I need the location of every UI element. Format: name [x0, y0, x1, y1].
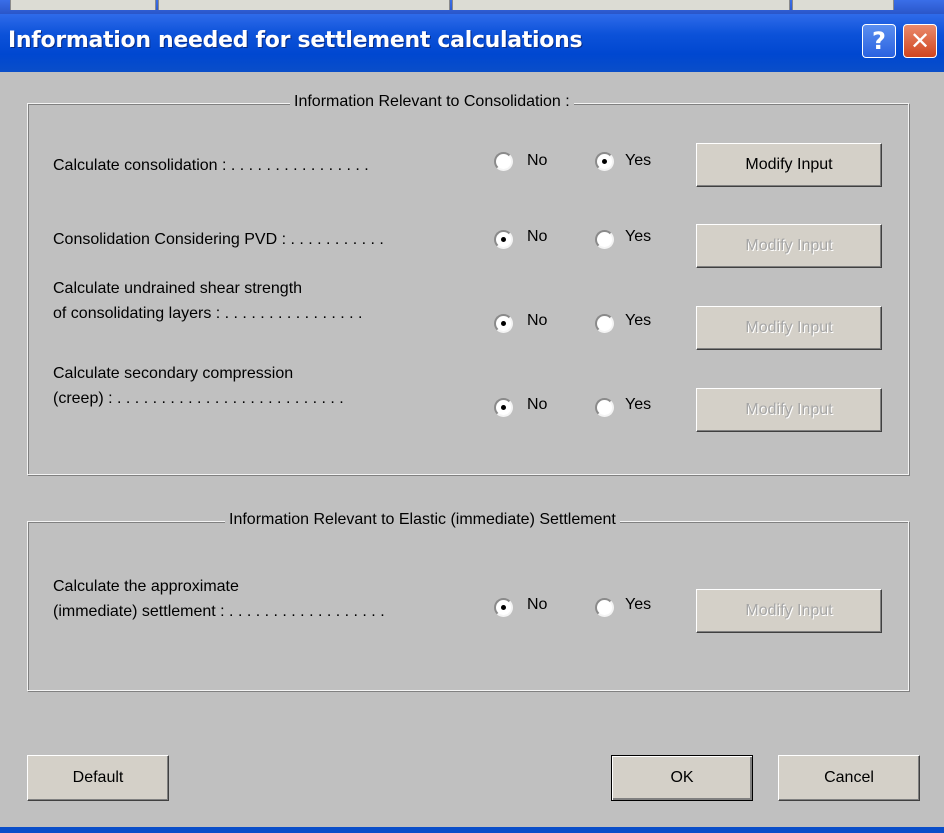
- window-bottom-border: [0, 827, 944, 833]
- immediate-settlement-no-radio[interactable]: [494, 598, 513, 617]
- background-tab: [10, 0, 156, 10]
- secondary-compression-no-label: No: [527, 396, 548, 413]
- default-button[interactable]: Default: [27, 755, 169, 801]
- immediate-settlement-yes-radio[interactable]: [595, 598, 614, 617]
- immediate-settlement-label-line2: (immediate) settlement : . . . . . . . .…: [53, 603, 385, 620]
- close-button[interactable]: ✕: [903, 24, 937, 58]
- pvd-modify-input-button[interactable]: Modify Input: [696, 224, 882, 268]
- secondary-compression-yes-radio[interactable]: [595, 398, 614, 417]
- secondary-compression-yes-label: Yes: [625, 396, 652, 413]
- elastic-settlement-group-legend: Information Relevant to Elastic (immedia…: [225, 511, 620, 529]
- consolidation-no-radio[interactable]: [494, 152, 513, 171]
- secondary-compression-no-radio[interactable]: [494, 398, 513, 417]
- background-tab: [452, 0, 790, 10]
- undrained-shear-no-radio[interactable]: [494, 314, 513, 333]
- undrained-shear-label-line1: Calculate undrained shear strength: [53, 280, 303, 297]
- background-tab: [158, 0, 450, 10]
- pvd-yes-label: Yes: [625, 228, 652, 245]
- immediate-settlement-modify-input-button[interactable]: Modify Input: [696, 589, 882, 633]
- undrained-shear-yes-label: Yes: [625, 312, 652, 329]
- settlement-dialog: Information needed for settlement calcul…: [0, 14, 944, 833]
- immediate-settlement-label-line1: Calculate the approximate: [53, 578, 239, 595]
- undrained-shear-yes-radio[interactable]: [595, 314, 614, 333]
- consolidation-modify-input-button[interactable]: Modify Input: [696, 143, 882, 187]
- ok-button[interactable]: OK: [611, 755, 753, 801]
- immediate-settlement-no-label: No: [527, 596, 548, 613]
- dialog-title: Information needed for settlement calcul…: [8, 28, 583, 53]
- secondary-compression-label-line1: Calculate secondary compression: [53, 365, 294, 382]
- help-button[interactable]: ?: [862, 24, 896, 58]
- undrained-shear-label-line2: of consolidating layers : . . . . . . . …: [53, 305, 363, 322]
- title-bar[interactable]: Information needed for settlement calcul…: [0, 14, 944, 72]
- cancel-button[interactable]: Cancel: [778, 755, 920, 801]
- secondary-compression-label-line2: (creep) : . . . . . . . . . . . . . . . …: [53, 390, 344, 407]
- consolidation-group-legend: Information Relevant to Consolidation :: [290, 93, 574, 111]
- undrained-shear-no-label: No: [527, 312, 548, 329]
- consolidation-yes-label: Yes: [625, 152, 652, 169]
- immediate-settlement-yes-label: Yes: [625, 596, 652, 613]
- undrained-shear-modify-input-button[interactable]: Modify Input: [696, 306, 882, 350]
- pvd-consolidation-label: Consolidation Considering PVD : . . . . …: [53, 231, 384, 248]
- pvd-no-radio[interactable]: [494, 230, 513, 249]
- pvd-yes-radio[interactable]: [595, 230, 614, 249]
- background-tab: [792, 0, 894, 10]
- pvd-no-label: No: [527, 228, 548, 245]
- background-taskbar: [0, 0, 944, 14]
- consolidation-yes-radio[interactable]: [595, 152, 614, 171]
- secondary-compression-modify-input-button[interactable]: Modify Input: [696, 388, 882, 432]
- consolidation-no-label: No: [527, 152, 548, 169]
- calculate-consolidation-label: Calculate consolidation : . . . . . . . …: [53, 157, 369, 174]
